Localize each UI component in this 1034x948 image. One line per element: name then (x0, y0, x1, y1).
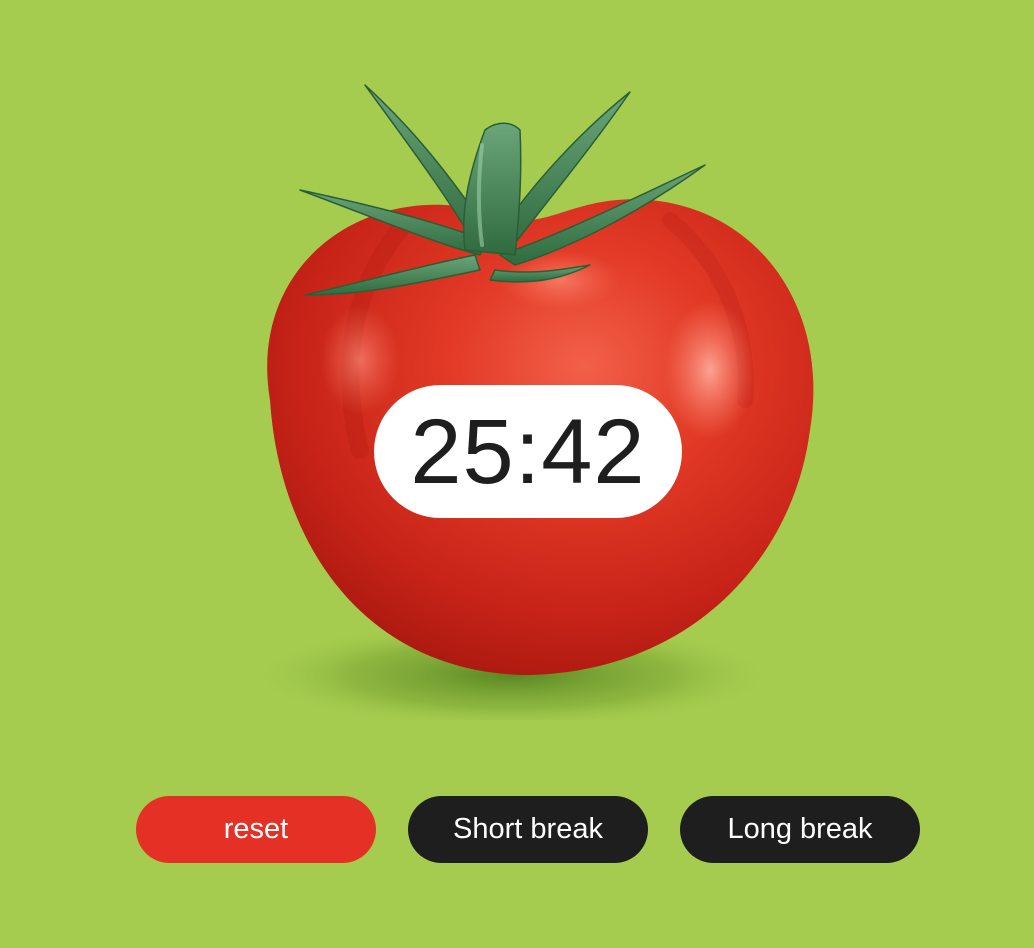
timer-text: 25:42 (410, 400, 646, 503)
short-break-button[interactable]: Short break (408, 796, 648, 863)
long-break-button[interactable]: Long break (680, 796, 920, 863)
reset-button[interactable]: reset (136, 796, 376, 863)
timer-display: 25:42 (374, 385, 682, 518)
pomodoro-app: 25:42 reset Short break Long break (0, 0, 1034, 948)
